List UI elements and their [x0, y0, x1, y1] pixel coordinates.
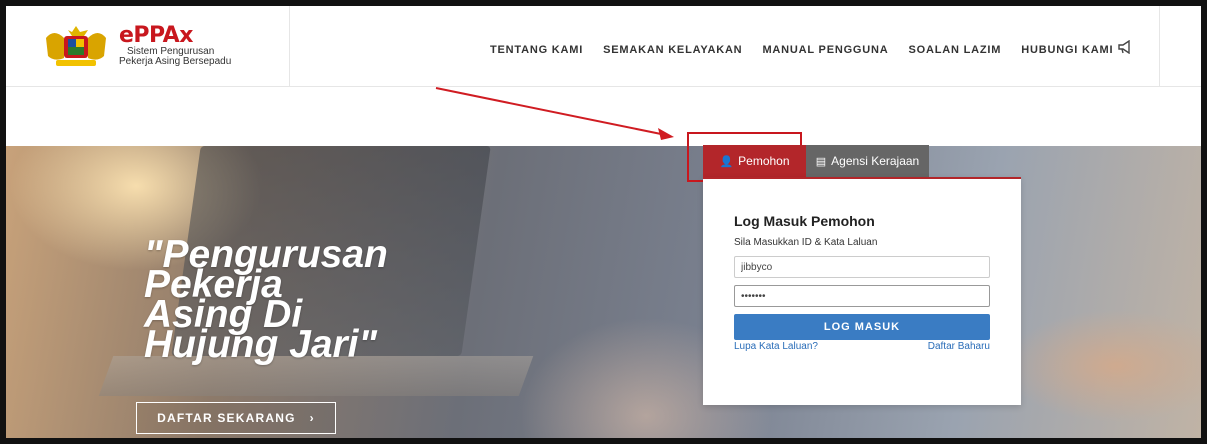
tab-pemohon-label: Pemohon	[738, 154, 790, 168]
header-divider	[1159, 6, 1160, 86]
daftar-sekarang-button[interactable]: DAFTAR SEKARANG ›	[136, 402, 336, 434]
browser-frame: ePPAx Sistem Pengurusan Pekerja Asing Be…	[6, 6, 1201, 438]
login-title: Log Masuk Pemohon	[734, 213, 875, 229]
hero-banner: "Pengurusan Pekerja Asing Di Hujung Jari…	[6, 146, 1201, 438]
forgot-password-link[interactable]: Lupa Kata Laluan?	[734, 341, 818, 352]
tab-agensi-kerajaan[interactable]: ▤ Agensi Kerajaan	[806, 145, 929, 177]
login-subtitle: Sila Masukkan ID & Kata Laluan	[734, 237, 878, 248]
hero-slogan: "Pengurusan Pekerja Asing Di Hujung Jari…	[144, 235, 388, 366]
brand: ePPAx Sistem Pengurusan Pekerja Asing Be…	[119, 25, 231, 67]
megaphone-icon[interactable]	[1117, 40, 1133, 54]
username-input[interactable]	[734, 256, 990, 278]
user-icon: 👤	[719, 155, 734, 168]
slogan-line-4: Hujung Jari"	[144, 323, 378, 366]
password-input[interactable]	[734, 285, 990, 307]
tab-pemohon[interactable]: 👤 Pemohon	[703, 145, 806, 177]
nav-item-tentang-kami[interactable]: TENTANG KAMI	[490, 44, 583, 56]
login-card: Log Masuk Pemohon Sila Masukkan ID & Kat…	[703, 177, 1021, 405]
nav-item-manual-pengguna[interactable]: MANUAL PENGGUNA	[762, 44, 888, 56]
log-masuk-button[interactable]: LOG MASUK	[734, 314, 990, 340]
tab-agensi-kerajaan-label: Agensi Kerajaan	[831, 154, 920, 168]
nav-item-soalan-lazim[interactable]: SOALAN LAZIM	[909, 44, 1002, 56]
building-icon: ▤	[815, 155, 827, 168]
login-tabs: 👤 Pemohon ▤ Agensi Kerajaan	[703, 145, 929, 177]
logo-area[interactable]: ePPAx Sistem Pengurusan Pekerja Asing Be…	[6, 6, 290, 86]
chevron-right-icon: ›	[309, 411, 315, 425]
brand-logo: ePPAx	[119, 23, 193, 48]
nav-item-semakan-kelayakan[interactable]: SEMAKAN KELAYAKAN	[603, 44, 742, 56]
brand-tagline-2: Pekerja Asing Bersepadu	[119, 56, 232, 67]
site-header: ePPAx Sistem Pengurusan Pekerja Asing Be…	[6, 6, 1201, 87]
coat-of-arms-icon	[46, 26, 106, 66]
main-nav: TENTANG KAMI SEMAKAN KELAYAKAN MANUAL PE…	[490, 44, 1133, 56]
nav-item-hubungi-kami[interactable]: HUBUNGI KAMI	[1021, 44, 1113, 56]
daftar-sekarang-label: DAFTAR SEKARANG	[157, 411, 296, 425]
register-link[interactable]: Daftar Baharu	[928, 341, 990, 352]
